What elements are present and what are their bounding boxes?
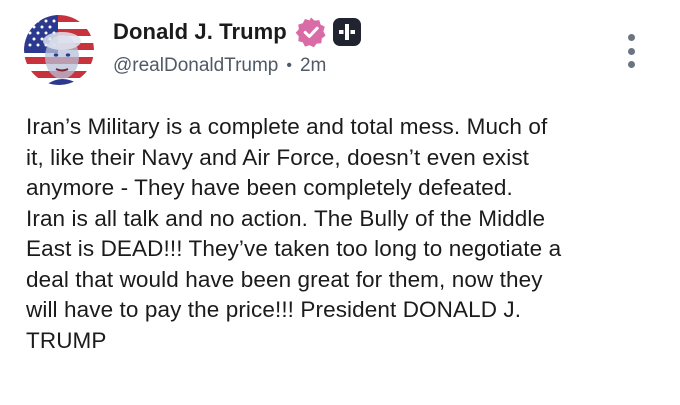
post-text-line: will have to pay the price!!! President … [26, 297, 522, 322]
more-options-button[interactable] [620, 34, 642, 68]
post-text-line: deal that would have been great for them… [26, 266, 543, 292]
post-text-line: TRUMP [26, 327, 107, 353]
post-text-line: it, like their Navy and Air Force, doesn… [26, 144, 530, 170]
more-vertical-icon-dot [627, 61, 635, 68]
separator-dot: • [286, 57, 292, 74]
post-card: Donald J. Trump @realDonaldTrump • 2m Ir… [0, 0, 680, 405]
avatar[interactable] [24, 15, 94, 85]
author-handle[interactable]: @realDonaldTrump [113, 55, 278, 77]
post-text-line: East is DEAD!!! They’ve taken too long t… [26, 236, 562, 261]
verified-badge-icon [295, 16, 327, 48]
author-meta-row: @realDonaldTrump • 2m [113, 55, 326, 77]
plus-badge-icon[interactable] [332, 17, 362, 47]
flag-portrait-icon [24, 15, 94, 85]
more-vertical-icon-dot [627, 47, 635, 55]
post-timestamp[interactable]: 2m [300, 55, 326, 77]
author-name-row: Donald J. Trump [113, 16, 362, 48]
post-text-line: Iran is all talk and no action. The Bull… [26, 205, 546, 231]
post-text-line: Iran’s Military is a complete and total … [26, 114, 548, 139]
more-vertical-icon-dot [627, 34, 635, 41]
post-body-text: Iran’s Military is a complete and total … [26, 112, 666, 356]
author-display-name[interactable]: Donald J. Trump [113, 19, 287, 45]
post-text-line: anymore - They have been completely defe… [26, 175, 513, 200]
